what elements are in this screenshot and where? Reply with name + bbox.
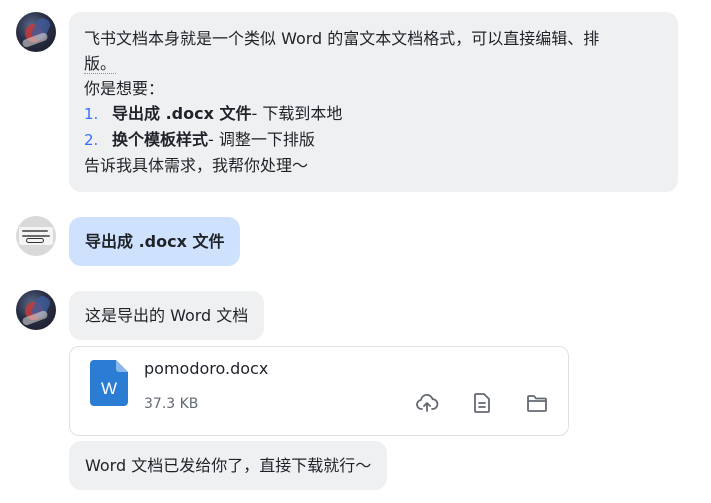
list-item-desc: - 下载到本地 xyxy=(251,104,343,123)
list-number: 2. xyxy=(84,131,99,149)
message-text: Word 文档已发给你了，直接下载就行～ xyxy=(85,456,372,475)
bot-message-bubble: 飞书文档本身就是一个类似 Word 的富文本文档格式，可以直接编辑、排 版。 你… xyxy=(69,12,678,192)
list-item-desc: - 调整一下排版 xyxy=(208,130,315,149)
message-text: 飞书文档本身就是一个类似 Word 的富文本文档格式，可以直接编辑、排 xyxy=(84,29,600,48)
bot-avatar[interactable] xyxy=(16,12,56,52)
file-name[interactable]: pomodoro.docx xyxy=(144,359,268,378)
message-text: 这是导出的 Word 文档 xyxy=(85,306,249,325)
document-preview-icon xyxy=(474,393,490,413)
folder-icon xyxy=(527,395,547,412)
message-text: 告诉我具体需求，我帮你处理～ xyxy=(84,156,309,175)
list-item: 2. 换个模板样式 - 调整一下排版 xyxy=(84,127,664,153)
user-avatar[interactable] xyxy=(16,216,56,256)
cloud-upload-button[interactable] xyxy=(415,391,439,415)
cloud-upload-icon xyxy=(416,394,439,412)
list-item: 1. 导出成 .docx 文件 - 下载到本地 xyxy=(84,101,664,127)
list-item-title: 导出成 .docx 文件 xyxy=(112,104,252,123)
message-text: 版。 xyxy=(84,54,117,74)
list-item-title: 换个模板样式 xyxy=(112,130,209,149)
message-text: 你是想要： xyxy=(84,79,165,98)
open-folder-button[interactable] xyxy=(525,391,549,415)
file-size: 37.3 KB xyxy=(144,396,199,412)
bot-message-bubble: 这是导出的 Word 文档 xyxy=(69,291,265,340)
bot-message-bubble: Word 文档已发给你了，直接下载就行～ xyxy=(69,441,388,490)
bot-avatar[interactable] xyxy=(16,290,56,330)
word-file-icon: W xyxy=(90,360,128,406)
svg-text:W: W xyxy=(101,379,117,398)
file-attachment-card[interactable]: W pomodoro.docx 37.3 KB xyxy=(69,346,569,436)
message-text: 导出成 .docx 文件 xyxy=(85,232,225,251)
preview-button[interactable] xyxy=(470,391,494,415)
list-number: 1. xyxy=(84,105,99,123)
user-message-bubble: 导出成 .docx 文件 xyxy=(69,217,241,266)
